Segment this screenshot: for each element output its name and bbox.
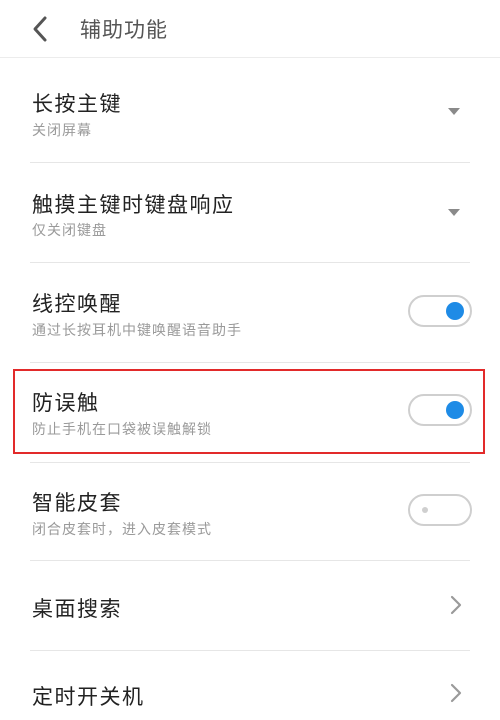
setting-title: 线控唤醒 xyxy=(32,292,122,316)
dropdown-arrow-icon[interactable] xyxy=(448,108,460,115)
setting-title: 定时开关机 xyxy=(32,685,145,709)
setting-row-scheduled-power[interactable]: 定时开关机 xyxy=(0,651,500,720)
anti-mistouch-toggle[interactable] xyxy=(408,394,472,426)
setting-subtitle: 防止手机在口袋被误触解锁 xyxy=(32,422,212,438)
wired-wake-toggle[interactable] xyxy=(408,295,472,327)
toggle-knob xyxy=(422,507,428,513)
page-title: 辅助功能 xyxy=(80,18,168,42)
setting-row-touch-home-keyboard[interactable]: 触摸主键时键盘响应 仅关闭键盘 xyxy=(0,163,500,263)
toggle-knob xyxy=(446,302,464,320)
setting-title: 防误触 xyxy=(32,391,100,415)
setting-subtitle: 仅关闭键盘 xyxy=(32,223,107,239)
chevron-right-icon xyxy=(450,683,462,703)
dropdown-arrow-icon[interactable] xyxy=(448,209,460,216)
setting-subtitle: 闭合皮套时，进入皮套模式 xyxy=(32,522,212,538)
setting-title: 触摸主键时键盘响应 xyxy=(32,193,235,217)
accessibility-settings-screen: 辅助功能 长按主键 关闭屏幕 触摸主键时键盘响应 仅关闭键盘 线控唤醒 通过长按… xyxy=(0,0,500,720)
setting-row-long-press-home[interactable]: 长按主键 关闭屏幕 xyxy=(0,60,500,163)
header-bar: 辅助功能 xyxy=(0,0,500,58)
chevron-right-icon xyxy=(450,595,462,615)
back-button[interactable] xyxy=(22,12,58,46)
setting-row-wired-wake[interactable]: 线控唤醒 通过长按耳机中键唤醒语音助手 xyxy=(0,263,500,363)
toggle-knob xyxy=(446,401,464,419)
setting-title: 桌面搜索 xyxy=(32,597,122,621)
setting-row-smart-cover[interactable]: 智能皮套 闭合皮套时，进入皮套模式 xyxy=(0,463,500,561)
setting-title: 长按主键 xyxy=(32,92,122,116)
setting-row-desktop-search[interactable]: 桌面搜索 xyxy=(0,561,500,651)
setting-row-anti-mistouch[interactable]: 防误触 防止手机在口袋被误触解锁 xyxy=(0,363,500,463)
smart-cover-toggle[interactable] xyxy=(408,494,472,526)
chevron-left-icon xyxy=(33,16,47,42)
setting-title: 智能皮套 xyxy=(32,491,122,515)
setting-subtitle: 通过长按耳机中键唤醒语音助手 xyxy=(32,323,242,339)
setting-subtitle: 关闭屏幕 xyxy=(32,123,92,139)
